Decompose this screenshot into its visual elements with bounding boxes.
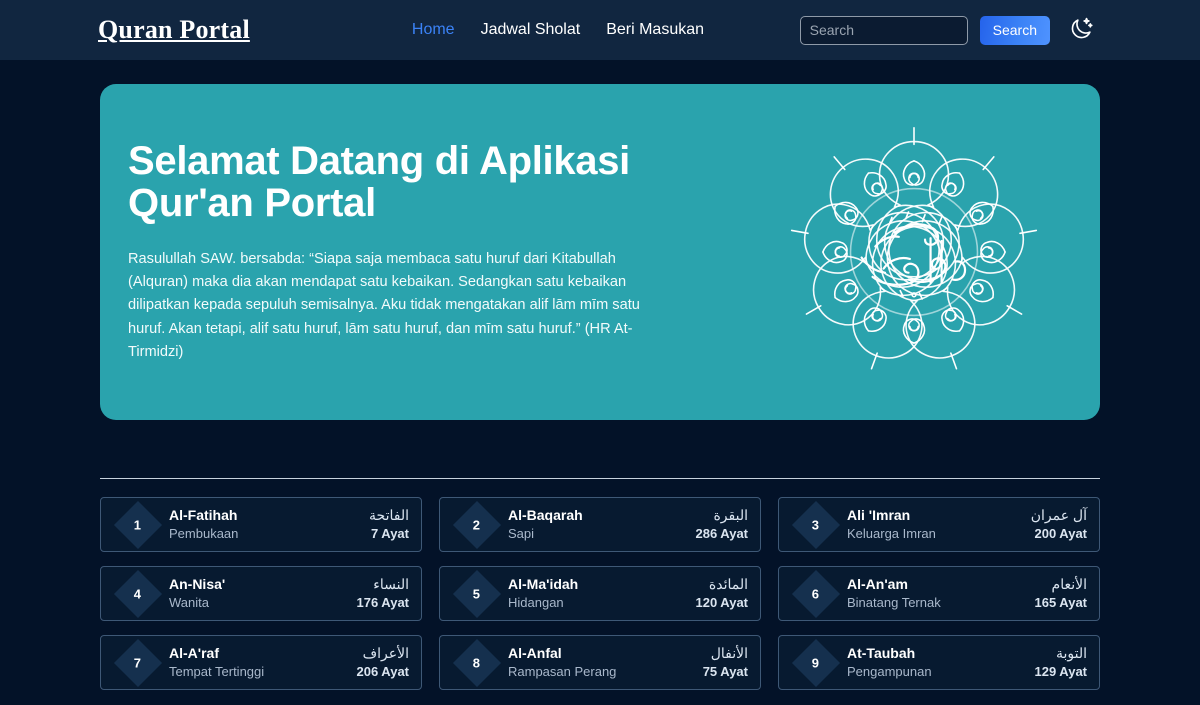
hero-description: Rasulullah SAW. bersabda: “Siapa saja me… (128, 251, 640, 360)
surah-meaning: Tempat Tertinggi (169, 664, 265, 680)
surah-number: 2 (473, 516, 481, 532)
surah-number: 1 (134, 516, 142, 532)
primary-navigation: Home Jadwal Sholat Beri Masukan (412, 22, 704, 38)
surah-card-7[interactable]: 7 Al-A'raf Tempat Tertinggi الأعراف 206 … (100, 635, 422, 690)
moon-stars-icon (1068, 16, 1094, 45)
surah-ayat-count: 120 Ayat (695, 595, 748, 611)
surah-latin-name: An-Nisa' (169, 576, 226, 593)
surah-number-badge: 5 (452, 569, 502, 618)
surah-number: 3 (812, 516, 820, 532)
page-content: Selamat Datang di Aplikasi Qur'an Portal… (0, 84, 1200, 690)
quran-calligraphy-ornament-icon (776, 114, 1052, 390)
surah-meaning: Pembukaan (169, 526, 239, 542)
surah-card-1[interactable]: 1 Al-Fatihah Pembukaan الفاتحة 7 Ayat (100, 497, 422, 552)
surah-ayat-count: 206 Ayat (356, 664, 409, 680)
surah-ayat-count: 176 Ayat (356, 595, 409, 611)
surah-meaning: Rampasan Perang (508, 664, 617, 680)
surah-card-5[interactable]: 5 Al-Ma'idah Hidangan المائدة 120 Ayat (439, 566, 761, 621)
navbar: Quran Portal Home Jadwal Sholat Beri Mas… (0, 0, 1200, 60)
hero-title: Selamat Datang di Aplikasi Qur'an Portal (128, 139, 630, 226)
surah-meaning: Pengampunan (847, 664, 932, 680)
surah-card-4[interactable]: 4 An-Nisa' Wanita النساء 176 Ayat (100, 566, 422, 621)
surah-number-badge: 4 (113, 569, 163, 618)
surah-arabic-name: الأنفال (710, 645, 748, 662)
surah-number-badge: 9 (791, 638, 841, 687)
surah-card-9[interactable]: 9 At-Taubah Pengampunan التوبة 129 Ayat (778, 635, 1100, 690)
surah-meaning: Keluarga Imran (847, 526, 936, 542)
surah-ayat-count: 286 Ayat (695, 526, 748, 542)
surah-latin-name: At-Taubah (847, 645, 916, 662)
surah-number-badge: 7 (113, 638, 163, 687)
surah-number: 7 (134, 654, 142, 670)
surah-latin-name: Al-Ma'idah (508, 576, 579, 593)
surah-ayat-count: 75 Ayat (702, 664, 748, 680)
search-button[interactable]: Search (979, 15, 1050, 45)
surah-latin-name: Al-Anfal (508, 645, 562, 662)
surah-number: 6 (812, 585, 820, 601)
nav-link-home[interactable]: Home (412, 22, 455, 38)
search-input[interactable] (799, 15, 968, 45)
surah-card-3[interactable]: 3 Ali 'Imran Keluarga Imran آل عمران 200… (778, 497, 1100, 552)
surah-number: 9 (812, 654, 820, 670)
surah-grid: 1 Al-Fatihah Pembukaan الفاتحة 7 Ayat 2 … (100, 497, 1100, 690)
surah-meaning: Sapi (508, 526, 535, 542)
surah-number-badge: 8 (452, 638, 502, 687)
surah-ayat-count: 7 Ayat (370, 526, 409, 542)
surah-meaning: Binatang Ternak (847, 595, 941, 611)
surah-number-badge: 2 (452, 500, 502, 549)
nav-link-jadwal-sholat[interactable]: Jadwal Sholat (481, 22, 581, 38)
surah-arabic-name: البقرة (713, 507, 748, 524)
theme-toggle-button[interactable] (1064, 13, 1098, 47)
surah-number-badge: 3 (791, 500, 841, 549)
surah-card-6[interactable]: 6 Al-An'am Binatang Ternak الأنعام 165 A… (778, 566, 1100, 621)
section-divider (100, 478, 1100, 479)
surah-ayat-count: 165 Ayat (1034, 595, 1087, 611)
surah-meaning: Hidangan (508, 595, 564, 611)
hero-text-block: Selamat Datang di Aplikasi Qur'an Portal… (100, 140, 680, 363)
surah-arabic-name: المائدة (708, 576, 748, 593)
surah-arabic-name: آل عمران (1030, 507, 1087, 524)
hero-banner: Selamat Datang di Aplikasi Qur'an Portal… (100, 84, 1100, 420)
surah-arabic-name: النساء (373, 576, 409, 593)
surah-meaning: Wanita (169, 595, 209, 611)
surah-number: 4 (134, 585, 142, 601)
surah-arabic-name: التوبة (1055, 645, 1087, 662)
brand-logo[interactable]: Quran Portal (98, 15, 250, 45)
surah-arabic-name: الفاتحة (369, 507, 409, 524)
surah-ayat-count: 200 Ayat (1034, 526, 1087, 542)
surah-latin-name: Ali 'Imran (847, 507, 911, 524)
surah-card-8[interactable]: 8 Al-Anfal Rampasan Perang الأنفال 75 Ay… (439, 635, 761, 690)
navbar-actions: Search (799, 13, 1098, 47)
surah-latin-name: Al-Fatihah (169, 507, 238, 524)
surah-arabic-name: الأنعام (1051, 576, 1087, 593)
surah-number: 5 (473, 585, 481, 601)
surah-card-2[interactable]: 2 Al-Baqarah Sapi البقرة 286 Ayat (439, 497, 761, 552)
surah-latin-name: Al-Baqarah (508, 507, 583, 524)
nav-link-beri-masukan[interactable]: Beri Masukan (606, 22, 704, 38)
surah-latin-name: Al-A'raf (169, 645, 219, 662)
surah-number-badge: 1 (113, 500, 163, 549)
surah-number: 8 (473, 654, 481, 670)
surah-number-badge: 6 (791, 569, 841, 618)
surah-latin-name: Al-An'am (847, 576, 908, 593)
surah-arabic-name: الأعراف (362, 645, 409, 662)
surah-ayat-count: 129 Ayat (1034, 664, 1087, 680)
